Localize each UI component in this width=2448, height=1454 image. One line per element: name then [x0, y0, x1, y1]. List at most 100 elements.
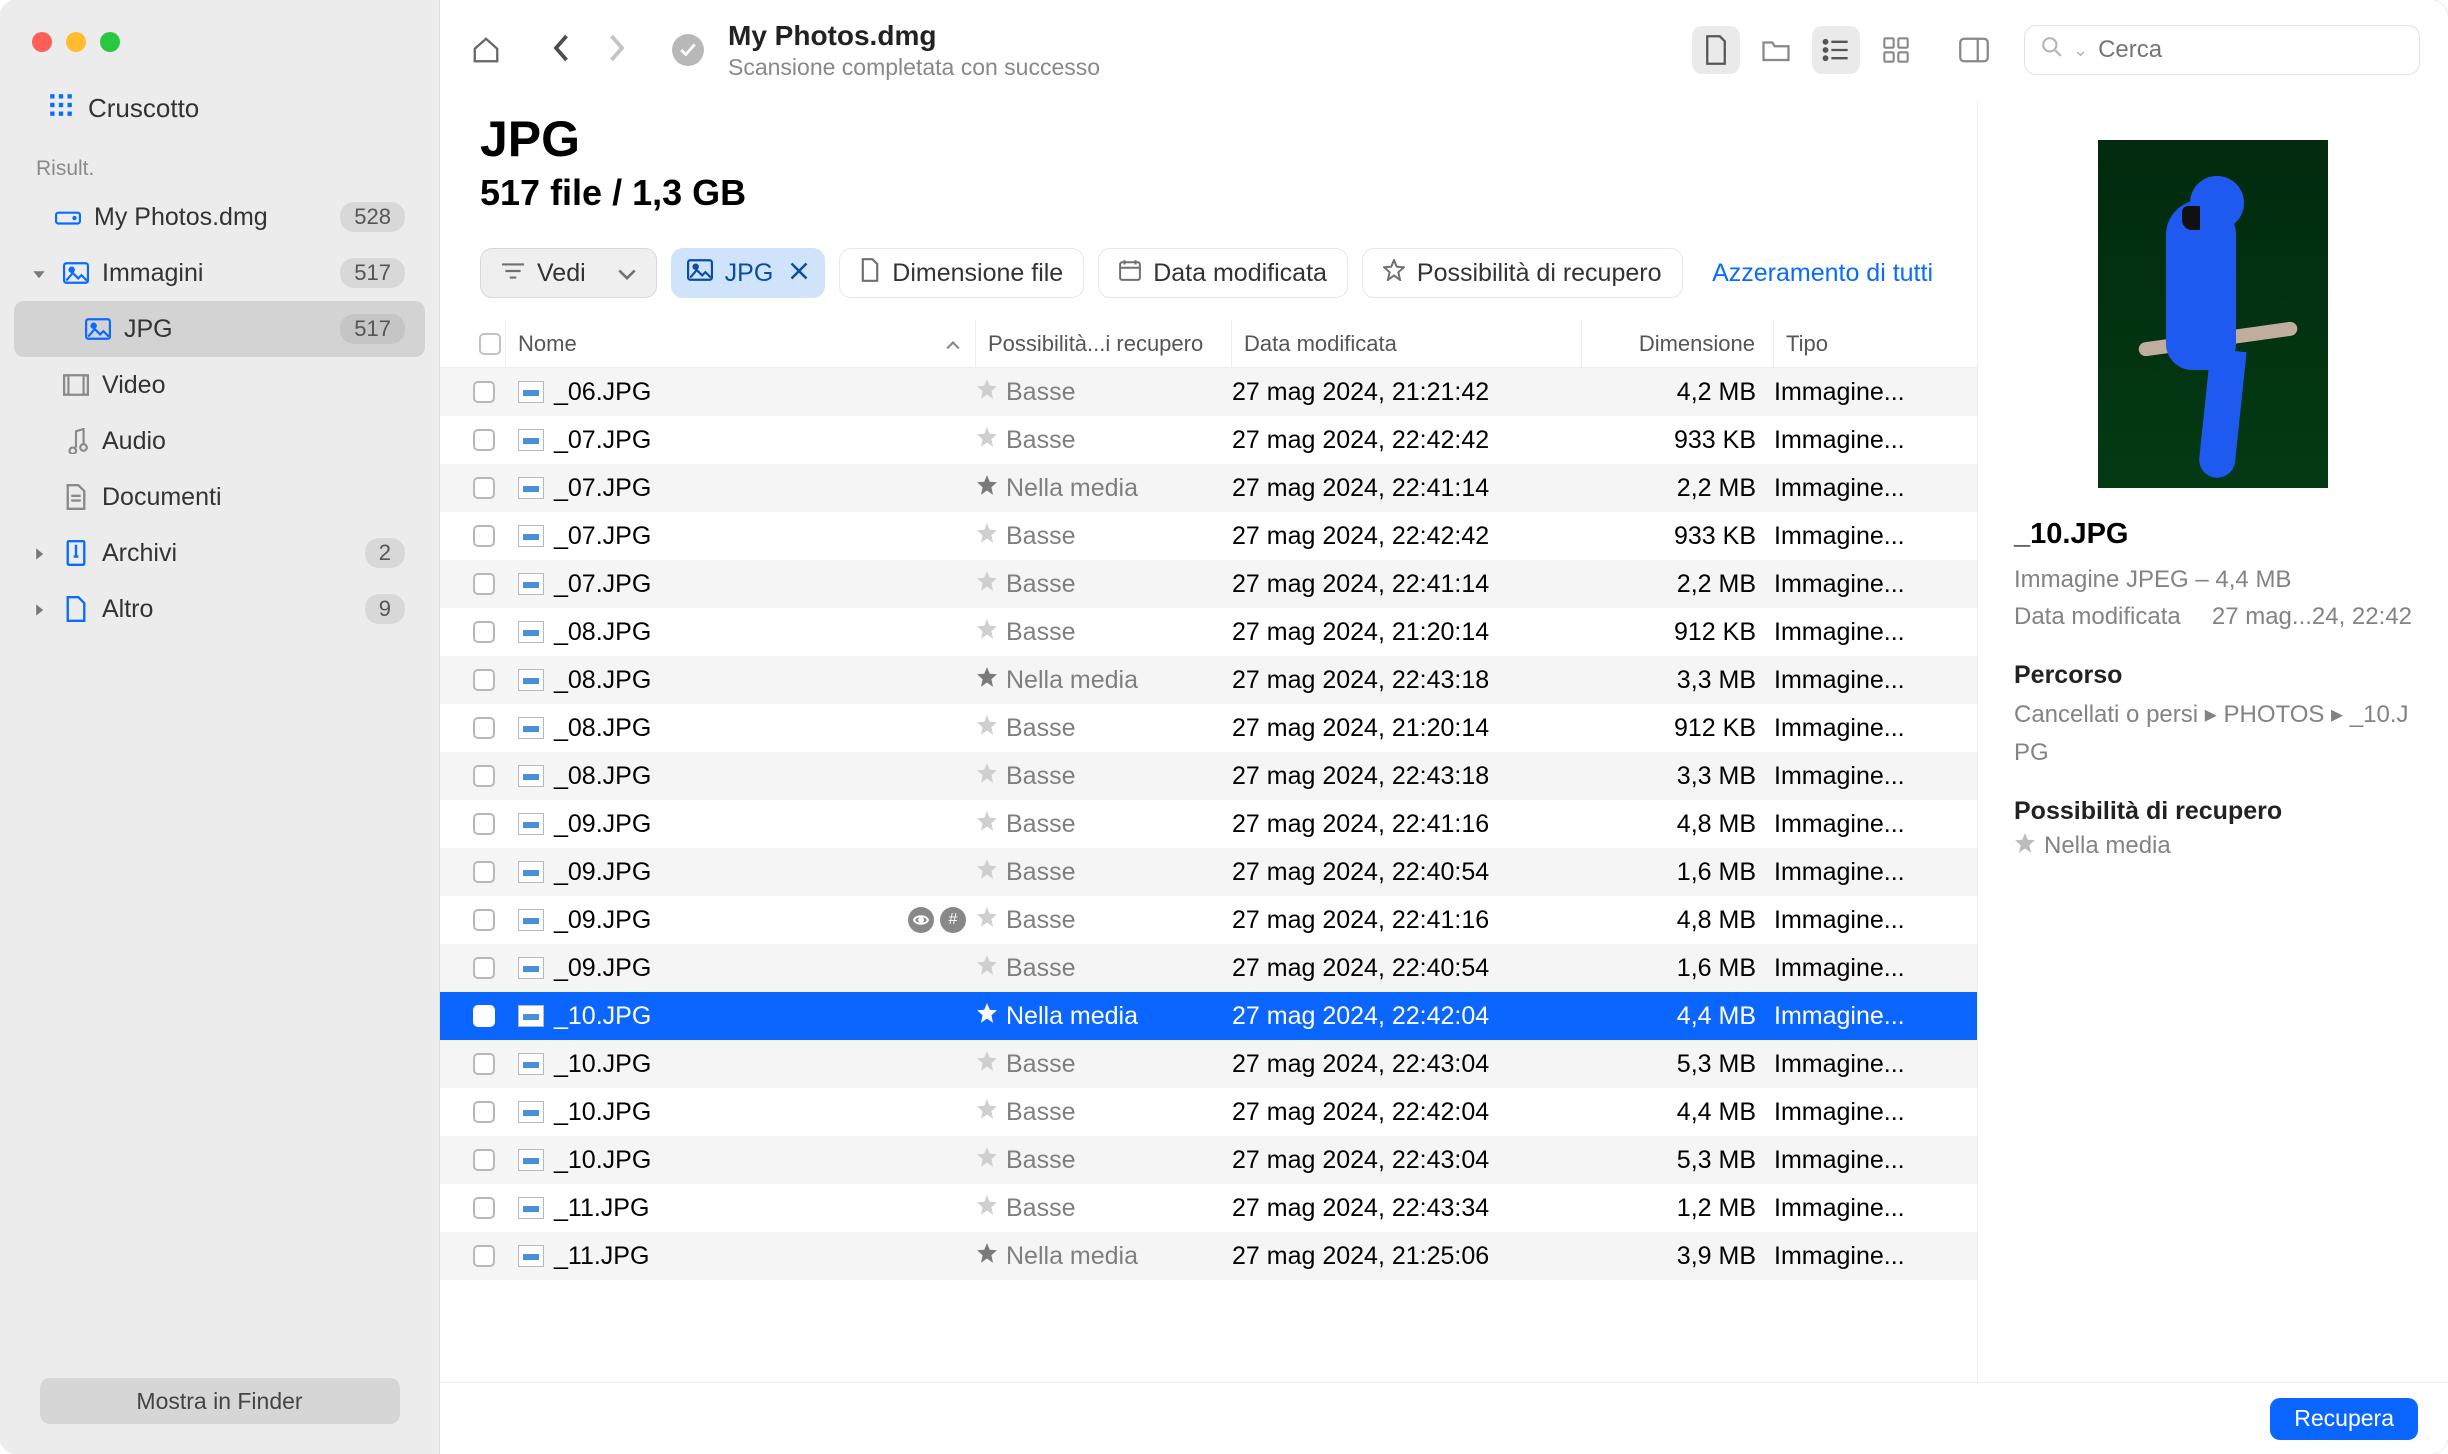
row-checkbox[interactable]: [462, 1101, 506, 1123]
table-row[interactable]: _10.JPG Basse 27 mag 2024, 22:43:04 5,3 …: [440, 1040, 1977, 1088]
video-icon: [62, 371, 90, 399]
show-in-finder-button[interactable]: Mostra in Finder: [40, 1378, 400, 1424]
sort-asc-icon: [946, 331, 975, 357]
row-checkbox[interactable]: [462, 861, 506, 883]
row-checkbox[interactable]: [462, 525, 506, 547]
table-row[interactable]: _08.JPG Nella media 27 mag 2024, 22:43:1…: [440, 656, 1977, 704]
table-row[interactable]: _09.JPG# Basse 27 mag 2024, 22:41:16 4,8…: [440, 896, 1977, 944]
table-row[interactable]: _08.JPG Basse 27 mag 2024, 21:20:14 912 …: [440, 704, 1977, 752]
row-checkbox[interactable]: [462, 573, 506, 595]
table-row[interactable]: _11.JPG Basse 27 mag 2024, 22:43:34 1,2 …: [440, 1184, 1977, 1232]
table-row[interactable]: _07.JPG Basse 27 mag 2024, 22:42:42 933 …: [440, 416, 1977, 464]
star-icon: [976, 474, 998, 503]
caret-right-icon[interactable]: [32, 539, 52, 568]
row-checkbox[interactable]: [462, 1053, 506, 1075]
toggle-panel-button[interactable]: [1950, 26, 1998, 74]
row-checkbox[interactable]: [462, 813, 506, 835]
sidebar-item-archives[interactable]: Archivi 2: [14, 525, 425, 581]
select-all-checkbox[interactable]: [462, 320, 506, 367]
forward-button[interactable]: [598, 33, 634, 68]
file-thumb-icon: [518, 621, 544, 643]
table-row[interactable]: _11.JPG Nella media 27 mag 2024, 21:25:0…: [440, 1232, 1977, 1280]
recover-button[interactable]: Recupera: [2270, 1398, 2418, 1440]
table-row[interactable]: _10.JPG Basse 27 mag 2024, 22:42:04 4,4 …: [440, 1088, 1977, 1136]
star-icon: [976, 618, 998, 647]
row-checkbox[interactable]: [462, 909, 506, 931]
sidebar-badge: 9: [365, 594, 405, 624]
row-checkbox[interactable]: [462, 621, 506, 643]
zoom-window-button[interactable]: [100, 32, 120, 52]
col-type[interactable]: Tipo: [1774, 320, 1977, 367]
col-date[interactable]: Data modificata: [1232, 320, 1582, 367]
active-filter-chip[interactable]: JPG: [671, 248, 826, 298]
sliders-icon: [501, 259, 525, 288]
sidebar-item-audio[interactable]: Audio: [14, 413, 425, 469]
size-filter-button[interactable]: Dimensione file: [839, 248, 1084, 298]
sidebar-item-disk[interactable]: My Photos.dmg 528: [14, 189, 425, 245]
row-possibility: Nella media: [976, 1242, 1232, 1271]
table-row[interactable]: _08.JPG Basse 27 mag 2024, 21:20:14 912 …: [440, 608, 1977, 656]
row-checkbox[interactable]: [462, 477, 506, 499]
row-checkbox[interactable]: [462, 765, 506, 787]
row-checkbox[interactable]: [462, 1149, 506, 1171]
search-input[interactable]: [2098, 36, 2408, 64]
close-window-button[interactable]: [32, 32, 52, 52]
sidebar-dashboard[interactable]: Cruscotto: [0, 70, 439, 145]
window-controls: [0, 0, 439, 70]
caret-down-icon[interactable]: [32, 259, 52, 288]
recovery-filter-button[interactable]: Possibilità di recupero: [1362, 248, 1683, 298]
row-date: 27 mag 2024, 21:20:14: [1232, 714, 1582, 743]
row-checkbox[interactable]: [462, 957, 506, 979]
back-button[interactable]: [544, 33, 580, 68]
row-checkbox[interactable]: [462, 717, 506, 739]
view-filter-button[interactable]: Vedi: [480, 248, 657, 298]
reset-filters-link[interactable]: Azzeramento di tutti: [1712, 259, 1937, 288]
row-date: 27 mag 2024, 22:41:14: [1232, 474, 1582, 503]
view-grid-button[interactable]: [1872, 26, 1920, 74]
sidebar-item-jpg[interactable]: JPG 517: [14, 301, 425, 357]
col-possibility[interactable]: Possibilità...i recupero: [976, 320, 1232, 367]
minimize-window-button[interactable]: [66, 32, 86, 52]
sidebar-item-label: Immagini: [102, 259, 203, 288]
file-icon: [62, 595, 90, 623]
row-checkbox[interactable]: [462, 669, 506, 691]
view-folder-button[interactable]: [1752, 26, 1800, 74]
file-name: _11.JPG: [554, 1242, 649, 1271]
caret-right-icon[interactable]: [32, 595, 52, 624]
table-row[interactable]: _09.JPG Basse 27 mag 2024, 22:40:54 1,6 …: [440, 848, 1977, 896]
filter-bar: Vedi JPG Dimensione file: [440, 232, 1977, 320]
table-row[interactable]: _09.JPG Basse 27 mag 2024, 22:40:54 1,6 …: [440, 944, 1977, 992]
table-row[interactable]: _07.JPG Basse 27 mag 2024, 22:41:14 2,2 …: [440, 560, 1977, 608]
date-filter-button[interactable]: Data modificata: [1098, 248, 1348, 298]
row-date: 27 mag 2024, 22:43:04: [1232, 1146, 1582, 1175]
row-type: Immagine...: [1774, 1146, 1977, 1175]
home-button[interactable]: [462, 26, 510, 74]
table-row[interactable]: _07.JPG Nella media 27 mag 2024, 22:41:1…: [440, 464, 1977, 512]
col-name[interactable]: Nome: [506, 320, 976, 367]
row-possibility: Basse: [976, 1050, 1232, 1079]
table-row[interactable]: _10.JPG Nella media 27 mag 2024, 22:42:0…: [440, 992, 1977, 1040]
remove-chip-button[interactable]: [789, 259, 809, 288]
sidebar-item-video[interactable]: Video: [14, 357, 425, 413]
row-size: 5,3 MB: [1582, 1050, 1774, 1079]
search-box[interactable]: ⌄: [2024, 25, 2420, 75]
sidebar-item-documents[interactable]: Documenti: [14, 469, 425, 525]
view-file-button[interactable]: [1692, 26, 1740, 74]
sidebar-section-label: Risult.: [0, 145, 439, 189]
col-size[interactable]: Dimensione: [1582, 320, 1774, 367]
row-checkbox[interactable]: [462, 1245, 506, 1267]
table-row[interactable]: _06.JPG Basse 27 mag 2024, 21:21:42 4,2 …: [440, 368, 1977, 416]
table-row[interactable]: _08.JPG Basse 27 mag 2024, 22:43:18 3,3 …: [440, 752, 1977, 800]
table-row[interactable]: _10.JPG Basse 27 mag 2024, 22:43:04 5,3 …: [440, 1136, 1977, 1184]
page-title: JPG: [480, 110, 1937, 168]
table-row[interactable]: _07.JPG Basse 27 mag 2024, 22:42:42 933 …: [440, 512, 1977, 560]
sidebar-item-other[interactable]: Altro 9: [14, 581, 425, 637]
row-checkbox[interactable]: [462, 429, 506, 451]
row-checkbox[interactable]: [462, 381, 506, 403]
sidebar-item-images[interactable]: Immagini 517: [14, 245, 425, 301]
file-thumb-icon: [518, 1101, 544, 1123]
row-checkbox[interactable]: [462, 1005, 506, 1027]
table-row[interactable]: _09.JPG Basse 27 mag 2024, 22:41:16 4,8 …: [440, 800, 1977, 848]
view-list-button[interactable]: [1812, 26, 1860, 74]
row-checkbox[interactable]: [462, 1197, 506, 1219]
